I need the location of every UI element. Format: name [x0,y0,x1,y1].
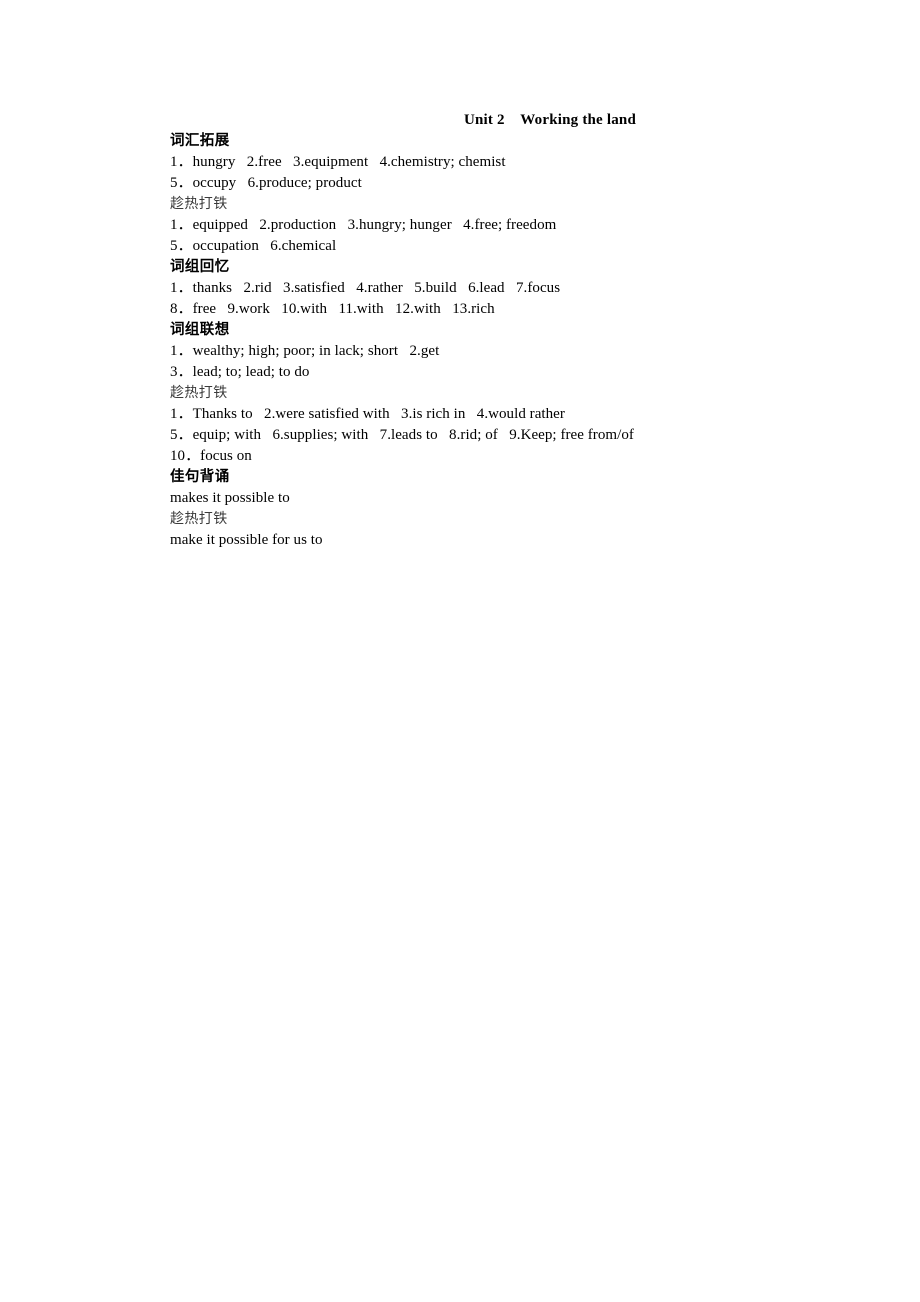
section-heading: 佳句背诵 [170,469,230,485]
answer-line: makes it possible to [170,490,290,506]
answer-key-body: 词汇拓展 1．hungry 2.free 3.equipment 4.chemis… [170,131,810,551]
sub-heading-practice: 趁热打铁 [170,385,228,401]
section-heading: 词汇拓展 [170,133,230,149]
document-content: Unit 2 Working the land 词汇拓展 1．hungry 2.f… [170,110,810,551]
answer-line: 8．free 9.work 10.with 11.with 12.with 13… [170,301,495,317]
answer-line: 5．occupation 6.chemical [170,238,337,254]
answer-line: 1．hungry 2.free 3.equipment 4.chemistry;… [170,154,506,170]
section-heading: 词组联想 [170,322,230,338]
answer-line: 10．focus on [170,448,252,464]
answer-line: 1．Thanks to 2.were satisfied with 3.is r… [170,406,565,422]
page-title: Unit 2 Working the land [463,112,637,128]
answer-line: 1．thanks 2.rid 3.satisfied 4.rather 5.bu… [170,280,561,296]
answer-line: 5．equip; with 6.supplies; with 7.leads t… [170,427,634,443]
answer-line: 1．wealthy; high; poor; in lack; short 2.… [170,343,440,359]
section-heading: 词组回忆 [170,259,230,275]
document-page: Unit 2 Working the land 词汇拓展 1．hungry 2.f… [0,0,920,1302]
answer-line: make it possible for us to [170,532,323,548]
answer-line: 5．occupy 6.produce; product [170,175,362,191]
answer-line: 1．equipped 2.production 3.hungry; hunger… [170,217,557,233]
sub-heading-practice: 趁热打铁 [170,196,228,212]
sub-heading-practice: 趁热打铁 [170,511,228,527]
answer-line: 3．lead; to; lead; to do [170,364,310,380]
